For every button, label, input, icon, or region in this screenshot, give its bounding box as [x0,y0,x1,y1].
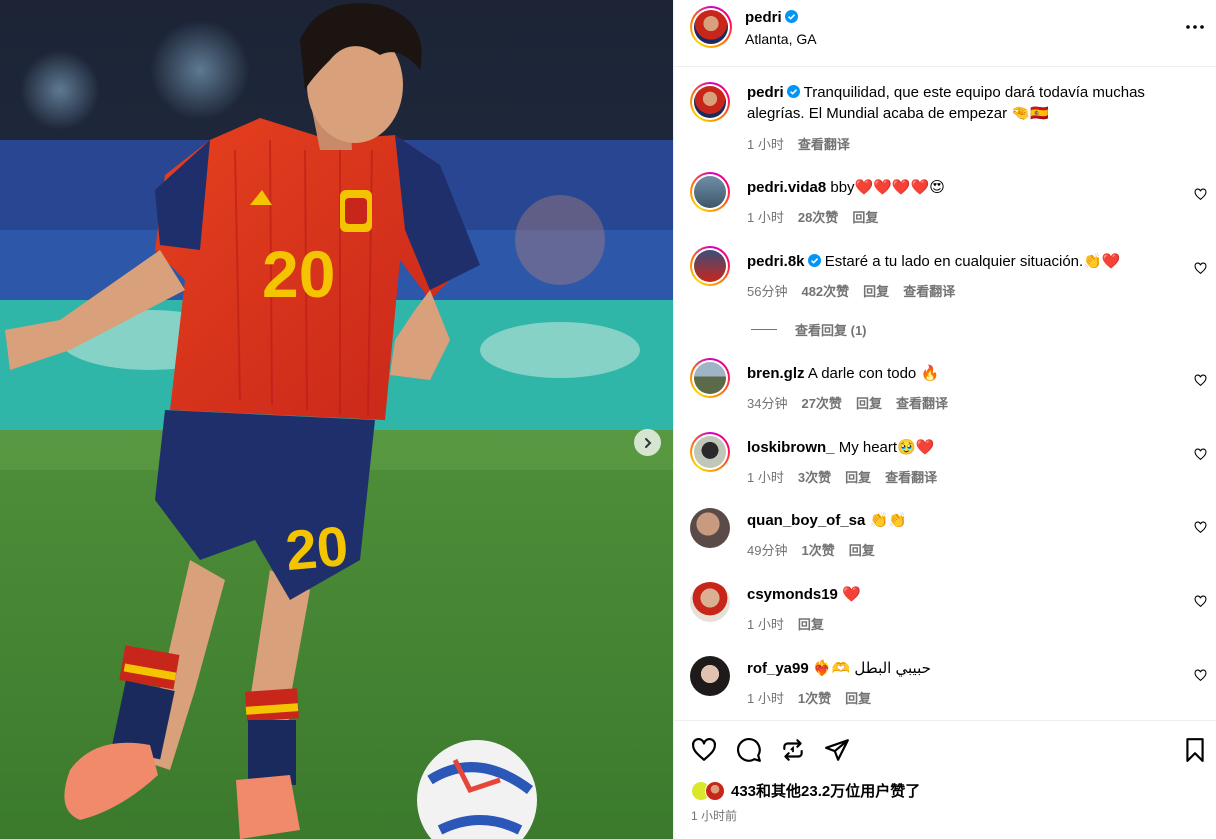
comment-text: ❤️‍🔥🫶 حبيبي البطل [812,660,931,677]
more-options-icon[interactable] [1184,17,1206,37]
save-icon[interactable] [1182,737,1208,763]
like-heart-icon[interactable] [691,737,717,763]
comment-text: My heart🥹❤️ [838,439,935,456]
next-slide-button[interactable] [634,429,661,456]
comment-username[interactable]: rof_ya99 [747,660,809,677]
share-icon[interactable] [824,737,850,763]
reply-button[interactable]: 回复 [856,393,882,412]
comment-likes[interactable]: 1次赞 [801,540,834,559]
liker-avatar [705,780,725,801]
caption-translate-link[interactable]: 查看翻译 [798,134,850,153]
translate-link[interactable]: 查看翻译 [896,393,948,412]
liker-avatars [691,780,725,801]
translate-link[interactable]: 查看翻译 [885,467,937,486]
comment-time: 56分钟 [747,284,788,299]
next-slide-icon [644,437,651,448]
post-location[interactable]: Atlanta, GA [745,31,817,47]
post-header: pedri Atlanta, GA [674,0,1216,67]
view-replies-label: 查看回复 (1) [795,323,867,338]
comment-avatar[interactable] [690,358,730,398]
repost-icon[interactable] [780,737,806,763]
comment-text: Estaré a tu lado en cualquier situación.… [824,253,1121,270]
svg-text:20: 20 [283,514,351,582]
comment-text: 👏👏 [869,512,907,529]
translate-link[interactable]: 查看翻译 [903,281,955,300]
replies-divider [751,329,777,330]
likes-summary[interactable]: 433和其他23.2万位用户赞了 [691,780,920,801]
comment-avatar[interactable] [690,582,730,622]
caption-text: Tranquilidad, que este equipo dará todav… [747,84,1145,122]
comment-username[interactable]: loskibrown_ [747,439,835,456]
reply-button[interactable]: 回复 [852,207,878,226]
comment-username[interactable]: pedri.8k [747,253,805,270]
comment-avatar[interactable] [690,172,730,212]
svg-text:20: 20 [262,237,335,311]
caption-avatar[interactable] [690,82,730,122]
author-avatar[interactable] [690,6,732,48]
comment-likes[interactable]: 3次赞 [798,467,831,486]
comment-likes[interactable]: 1次赞 [798,688,831,707]
verified-badge-icon [786,85,800,98]
comment-time: 34分钟 [747,396,788,411]
comment-username[interactable]: pedri.vida8 [747,179,826,196]
heart-icon[interactable] [1194,188,1207,201]
comment-time: 1 小时 [747,617,784,632]
comment-avatar[interactable] [690,246,730,286]
comment-likes[interactable]: 482次赞 [801,281,849,300]
comment-text: ❤️ [842,586,861,603]
post-image: 20 20 [0,0,673,839]
heart-icon[interactable] [1194,595,1207,608]
comment-username[interactable]: quan_boy_of_sa [747,512,865,529]
comment-time: 1 小时 [747,691,784,706]
comment-username[interactable]: bren.glz [747,365,805,382]
comment-likes[interactable]: 27次赞 [801,393,841,412]
comment-avatar[interactable] [690,508,730,548]
verified-badge-icon [807,254,821,267]
likes-count[interactable]: 433和其他23.2万位用户赞了 [731,780,920,801]
view-replies-button[interactable]: 查看回复 (1) [751,320,867,339]
reply-button[interactable]: 回复 [845,467,871,486]
reply-button[interactable]: 回复 [863,281,889,300]
comment-text: A darle con todo 🔥 [807,365,940,382]
comment-time: 49分钟 [747,543,788,558]
author-username[interactable]: pedri [745,9,782,26]
caption-time: 1 小时 [747,137,784,152]
heart-icon[interactable] [1194,521,1207,534]
comment-time: 1 小时 [747,470,784,485]
reply-button[interactable]: 回复 [849,540,875,559]
caption-username[interactable]: pedri [747,84,784,101]
comment-avatar[interactable] [690,432,730,472]
heart-icon[interactable] [1194,669,1207,682]
comment-time: 1 小时 [747,210,784,225]
comment-likes[interactable]: 28次赞 [798,207,838,226]
post-photo: 20 20 [0,0,673,839]
post-timestamp: 1 小时前 [691,809,738,823]
heart-icon[interactable] [1194,262,1207,275]
heart-icon[interactable] [1194,374,1207,387]
reply-button[interactable]: 回复 [845,688,871,707]
comment-icon[interactable] [736,737,762,763]
post-actions: 433和其他23.2万位用户赞了 1 小时前 [674,720,1216,839]
heart-icon[interactable] [1194,448,1207,461]
reply-button[interactable]: 回复 [798,614,824,633]
comment-avatar[interactable] [690,656,730,696]
verified-badge-icon [784,10,798,23]
comments-list[interactable]: pedri Tranquilidad, que este equipo dará… [674,68,1216,720]
comment-username[interactable]: csymonds19 [747,586,838,603]
post-sidebar: pedri Atlanta, GA pedri Tranquilidad, qu… [673,0,1216,839]
comment-text: bby❤️❤️❤️❤️😍 [830,179,945,196]
